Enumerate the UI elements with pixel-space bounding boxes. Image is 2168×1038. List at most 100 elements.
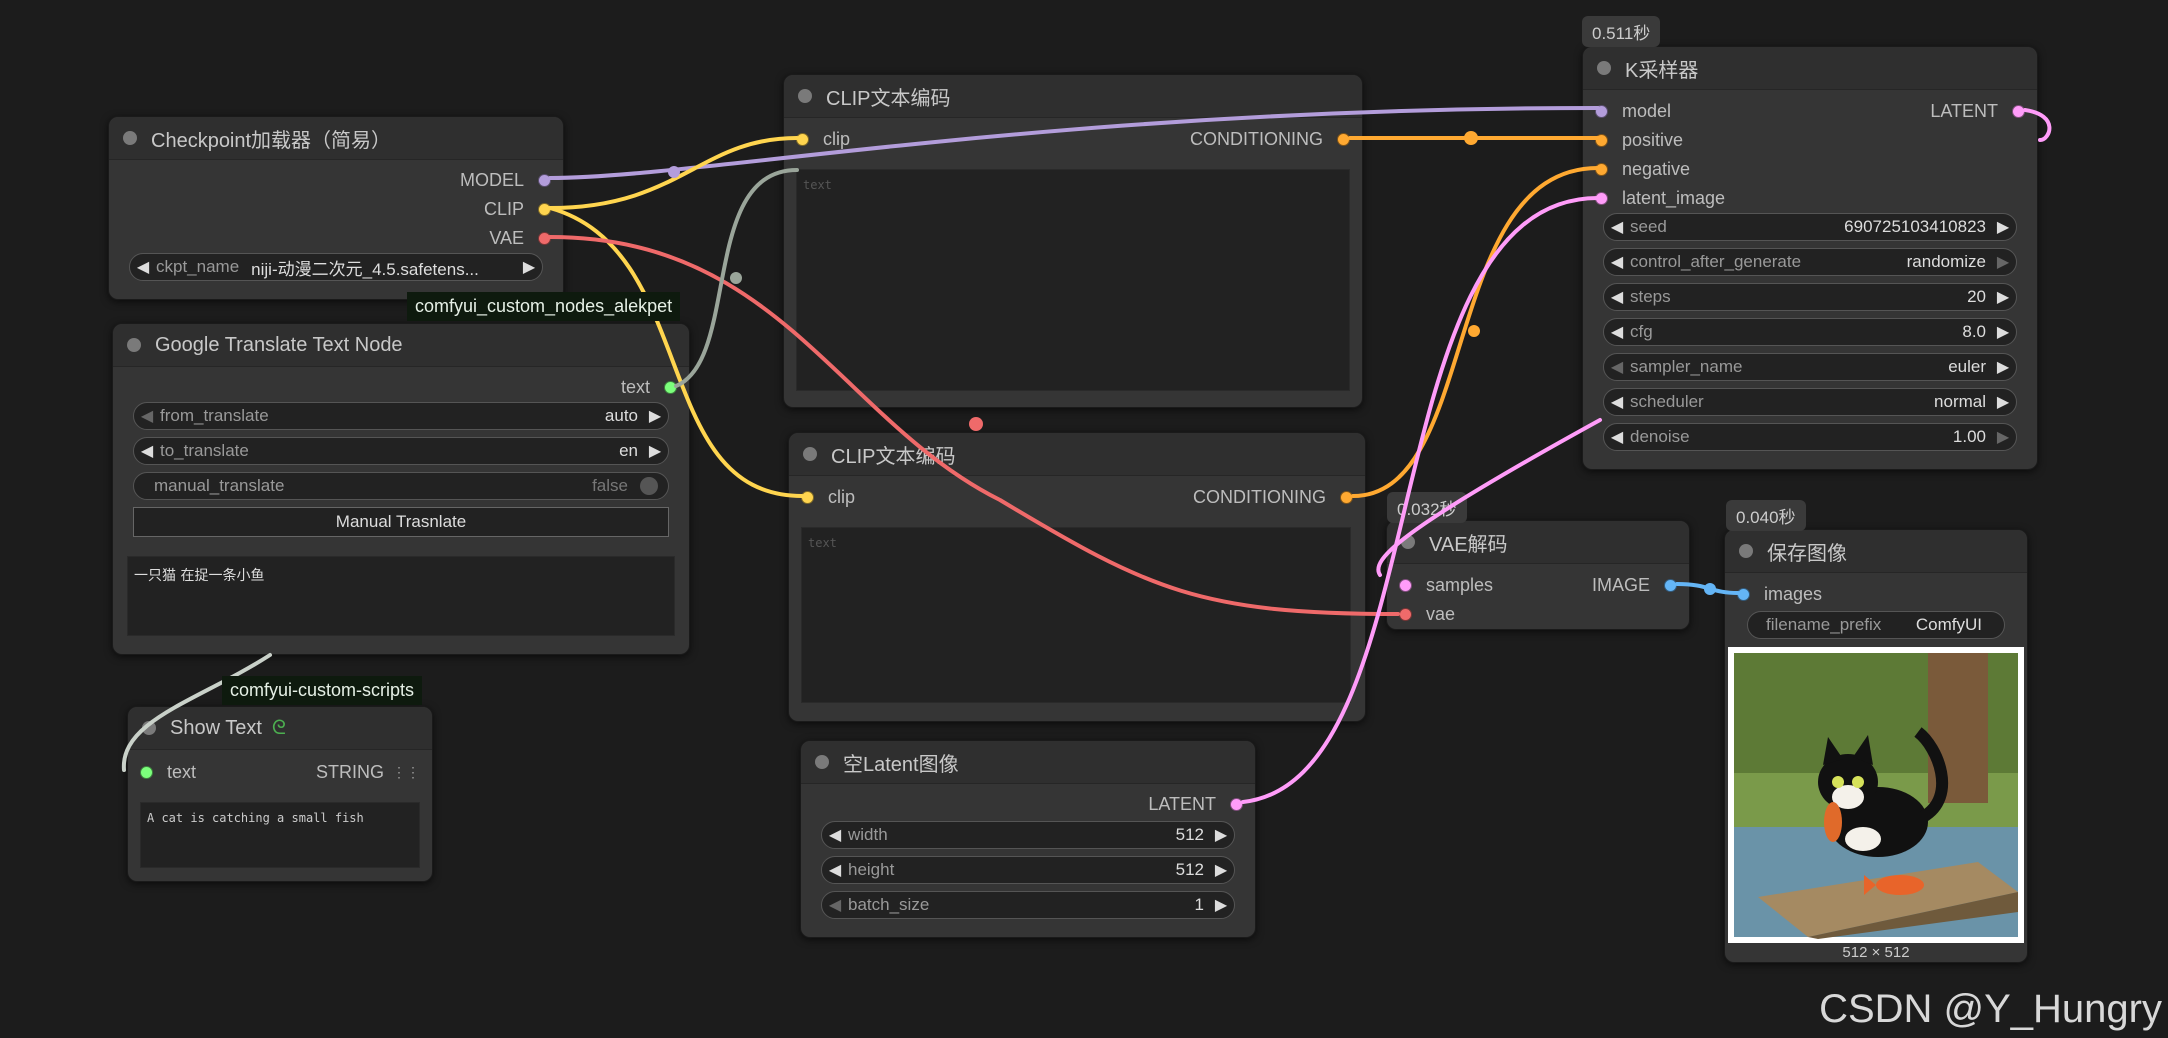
input-images[interactable]: images <box>1725 581 1822 607</box>
increment-arrow-icon[interactable]: ▶ <box>642 441 668 461</box>
checkpoint-loader-node[interactable]: Checkpoint加载器（简易） MODEL CLIP VAE ◀ ckpt_… <box>108 116 564 300</box>
output-slot-icon[interactable] <box>1664 578 1677 592</box>
output-slot-icon[interactable] <box>2012 104 2025 118</box>
input-clip[interactable]: clip <box>784 126 850 152</box>
height-widget[interactable]: ◀ height 512 ▶ <box>821 856 1235 884</box>
increment-arrow-icon[interactable]: ▶ <box>1990 392 2016 412</box>
increment-arrow-icon[interactable]: ▶ <box>1990 322 2016 342</box>
increment-arrow-icon[interactable]: ▶ <box>516 257 542 277</box>
output-slot-icon[interactable] <box>1230 797 1243 811</box>
filename-prefix-widget[interactable]: filename_prefix ComfyUI <box>1747 611 2005 639</box>
manual-translate-button[interactable]: Manual Trasnlate <box>133 507 669 537</box>
output-clip[interactable]: CLIP <box>484 196 563 222</box>
increment-arrow-icon[interactable]: ▶ <box>1208 895 1234 915</box>
input-slot-icon[interactable] <box>1595 104 1608 118</box>
decrement-arrow-icon[interactable]: ◀ <box>1604 427 1630 447</box>
output-image[interactable]: IMAGE <box>1592 572 1689 598</box>
node-title-bar[interactable]: Show Text ᘓ <box>128 707 432 750</box>
increment-arrow-icon[interactable]: ▶ <box>642 406 668 426</box>
sampler-name-widget[interactable]: ◀ sampler_name euler ▶ <box>1603 353 2017 381</box>
collapse-dot-icon[interactable] <box>1401 535 1415 549</box>
list-output-icon[interactable]: ⋮⋮ <box>392 764 420 781</box>
input-text[interactable]: text <box>128 759 196 785</box>
output-vae[interactable]: VAE <box>489 225 563 251</box>
output-slot-icon[interactable] <box>538 202 551 216</box>
decrement-arrow-icon[interactable]: ◀ <box>822 895 848 915</box>
input-latent-image[interactable]: latent_image <box>1583 185 1725 211</box>
increment-arrow-icon[interactable]: ▶ <box>1990 287 2016 307</box>
decrement-arrow-icon[interactable]: ◀ <box>1604 252 1630 272</box>
denoise-widget[interactable]: ◀ denoise 1.00 ▶ <box>1603 423 2017 451</box>
graph-canvas[interactable]: Checkpoint加载器（简易） MODEL CLIP VAE ◀ ckpt_… <box>0 0 2168 1038</box>
input-slot-icon[interactable] <box>796 132 809 146</box>
input-slot-icon[interactable] <box>1595 162 1608 176</box>
toggle-knob-icon[interactable] <box>640 477 658 495</box>
steps-widget[interactable]: ◀ steps 20 ▶ <box>1603 283 2017 311</box>
input-slot-icon[interactable] <box>1399 578 1412 592</box>
output-latent[interactable]: LATENT <box>1148 791 1255 817</box>
decrement-arrow-icon[interactable]: ◀ <box>134 406 160 426</box>
input-slot-icon[interactable] <box>1399 607 1412 621</box>
output-slot-icon[interactable] <box>664 380 677 394</box>
node-title-bar[interactable]: Checkpoint加载器（简易） <box>109 117 563 160</box>
input-positive[interactable]: positive <box>1583 127 1683 153</box>
input-vae[interactable]: vae <box>1387 601 1455 627</box>
output-slot-icon[interactable] <box>538 173 551 187</box>
increment-arrow-icon[interactable]: ▶ <box>1990 427 2016 447</box>
output-conditioning[interactable]: CONDITIONING <box>1193 484 1365 510</box>
from-translate-widget[interactable]: ◀ from_translate auto ▶ <box>133 402 669 430</box>
shown-text-area[interactable]: A cat is catching a small fish <box>140 802 420 868</box>
scheduler-widget[interactable]: ◀ scheduler normal ▶ <box>1603 388 2017 416</box>
collapse-dot-icon[interactable] <box>1597 61 1611 75</box>
node-title-bar[interactable]: VAE解码 <box>1387 521 1689 564</box>
batch-size-widget[interactable]: ◀ batch_size 1 ▶ <box>821 891 1235 919</box>
node-title-bar[interactable]: CLIP文本编码 <box>789 433 1365 476</box>
input-slot-icon[interactable] <box>1737 587 1750 601</box>
output-slot-icon[interactable] <box>538 231 551 245</box>
increment-arrow-icon[interactable]: ▶ <box>1990 252 2016 272</box>
decrement-arrow-icon[interactable]: ◀ <box>130 257 156 277</box>
decrement-arrow-icon[interactable]: ◀ <box>1604 217 1630 237</box>
increment-arrow-icon[interactable]: ▶ <box>1990 357 2016 377</box>
save-image-node[interactable]: 保存图像 images filename_prefix ComfyUI 512 … <box>1724 529 2028 963</box>
increment-arrow-icon[interactable]: ▶ <box>1208 825 1234 845</box>
control-after-generate-widget[interactable]: ◀ control_after_generate randomize ▶ <box>1603 248 2017 276</box>
node-title-bar[interactable]: 保存图像 <box>1725 530 2027 573</box>
output-conditioning[interactable]: CONDITIONING <box>1190 126 1362 152</box>
collapse-dot-icon[interactable] <box>127 338 141 352</box>
node-title-bar[interactable]: 空Latent图像 <box>801 741 1255 784</box>
seed-widget[interactable]: ◀ seed 690725103410823 ▶ <box>1603 213 2017 241</box>
output-string[interactable]: STRING ⋮⋮ <box>316 759 432 785</box>
collapse-dot-icon[interactable] <box>815 755 829 769</box>
decrement-arrow-icon[interactable]: ◀ <box>1604 287 1630 307</box>
collapse-dot-icon[interactable] <box>803 447 817 461</box>
decrement-arrow-icon[interactable]: ◀ <box>1604 392 1630 412</box>
node-title-bar[interactable]: Google Translate Text Node <box>113 324 689 367</box>
output-latent[interactable]: LATENT <box>1930 98 2037 124</box>
ckpt-name-widget[interactable]: ◀ ckpt_name niji-动漫二次元_4.5.safetens... ▶ <box>129 253 543 281</box>
output-slot-icon[interactable] <box>1340 490 1353 504</box>
to-translate-widget[interactable]: ◀ to_translate en ▶ <box>133 437 669 465</box>
input-negative[interactable]: negative <box>1583 156 1690 182</box>
output-slot-icon[interactable] <box>1337 132 1350 146</box>
generated-image-preview[interactable] <box>1728 647 2024 943</box>
vae-decode-node[interactable]: VAE解码 samples vae IMAGE <box>1386 520 1690 630</box>
collapse-dot-icon[interactable] <box>1739 544 1753 558</box>
input-slot-icon[interactable] <box>801 490 814 504</box>
empty-latent-image-node[interactable]: 空Latent图像 LATENT ◀ width 512 ▶ ◀ height … <box>800 740 1256 938</box>
prompt-text-area[interactable]: text <box>801 527 1351 703</box>
decrement-arrow-icon[interactable]: ◀ <box>822 860 848 880</box>
source-text-area[interactable]: 一只猫 在捉一条小鱼 <box>127 556 675 636</box>
clip-text-encode-positive-node[interactable]: CLIP文本编码 clip CONDITIONING text <box>783 74 1363 408</box>
decrement-arrow-icon[interactable]: ◀ <box>1604 322 1630 342</box>
show-text-node[interactable]: Show Text ᘓ text STRING ⋮⋮ A cat is catc… <box>127 706 433 882</box>
input-slot-icon[interactable] <box>1595 133 1608 147</box>
cfg-widget[interactable]: ◀ cfg 8.0 ▶ <box>1603 318 2017 346</box>
input-model[interactable]: model <box>1583 98 1671 124</box>
decrement-arrow-icon[interactable]: ◀ <box>134 441 160 461</box>
collapse-dot-icon[interactable] <box>123 131 137 145</box>
collapse-dot-icon[interactable] <box>142 721 156 735</box>
collapse-dot-icon[interactable] <box>798 89 812 103</box>
width-widget[interactable]: ◀ width 512 ▶ <box>821 821 1235 849</box>
prompt-text-area[interactable]: text <box>796 169 1350 391</box>
